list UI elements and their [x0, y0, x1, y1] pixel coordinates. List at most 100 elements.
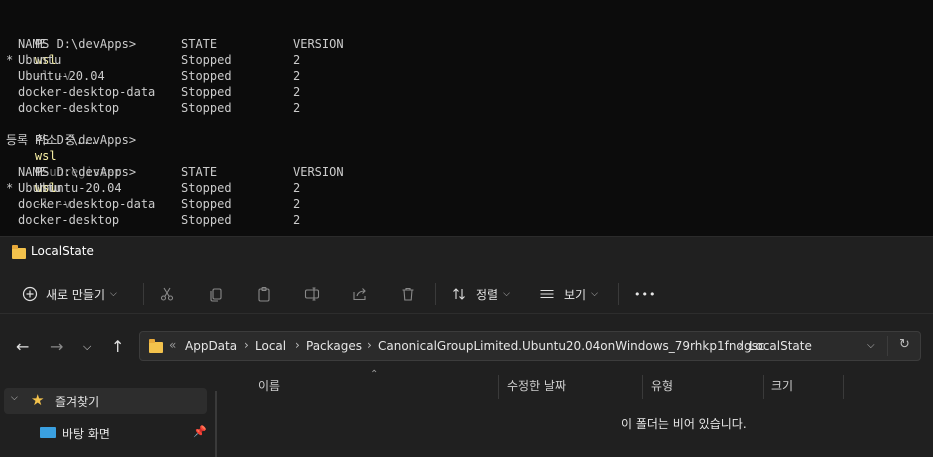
distro-row: docker-desktop-data Stopped 2 — [6, 196, 300, 212]
distro-state: Stopped — [181, 197, 232, 211]
address-divider — [887, 336, 888, 356]
sort-button[interactable]: 정렬 ⌵ — [451, 275, 510, 313]
refresh-icon[interactable]: ↻ — [899, 337, 910, 352]
distro-state: Stopped — [181, 85, 232, 99]
delete-button[interactable] — [400, 275, 416, 313]
header-name: NAME — [18, 165, 47, 179]
distro-state: Stopped — [181, 53, 232, 67]
header-state: STATE — [181, 165, 218, 179]
paste-icon — [258, 286, 270, 302]
trash-icon — [402, 287, 414, 301]
breadcrumb-package-folder[interactable]: CanonicalGroupLimited.Ubuntu20.04onWindo… — [378, 339, 765, 353]
terminal-prompt: PS D:\devApps> — [34, 165, 137, 179]
recent-locations-chevron-icon[interactable]: ⌵ — [83, 340, 91, 354]
distro-row: Ubuntu-20.04 Stopped 2 — [6, 68, 300, 84]
distro-state: Stopped — [181, 181, 232, 195]
chevron-down-icon[interactable]: ⌵ — [11, 393, 18, 403]
address-bar[interactable]: « AppData › Local › Packages › Canonical… — [139, 331, 921, 361]
distro-state: Stopped — [181, 69, 232, 83]
scissors-icon — [160, 287, 174, 301]
header-name: NAME — [18, 37, 47, 51]
pin-icon[interactable]: 📌 — [193, 425, 207, 438]
header-version: VERSION — [293, 165, 344, 179]
address-dropdown-chevron-icon[interactable]: ⌵ — [867, 340, 875, 351]
sidebar-item-label: 즐겨찾기 — [55, 395, 100, 409]
chevron-down-icon: ⌵ — [110, 289, 117, 299]
back-arrow-icon[interactable]: ← — [16, 337, 29, 356]
copy-button[interactable] — [208, 275, 224, 313]
distro-version: 2 — [293, 69, 301, 83]
distro-row: docker-desktop Stopped 2 — [6, 212, 300, 228]
share-button[interactable] — [352, 275, 368, 313]
paste-button[interactable] — [256, 275, 272, 313]
chevron-down-icon: ⌵ — [503, 289, 510, 299]
see-more-button[interactable]: ••• — [634, 275, 656, 313]
distro-name: Ubuntu — [18, 53, 62, 67]
column-divider[interactable] — [498, 375, 499, 399]
distro-row: docker-desktop Stopped 2 — [6, 100, 300, 116]
terminal-line: PS D:\devApps> wsl -l -v — [6, 20, 136, 83]
distro-version: 2 — [293, 213, 301, 227]
breadcrumb-localstate[interactable]: LocalState — [749, 339, 812, 353]
distro-version: 2 — [293, 197, 301, 211]
distro-state: Stopped — [181, 101, 232, 115]
breadcrumb-separator-icon[interactable]: › — [295, 338, 300, 352]
toolbar-divider — [435, 283, 436, 305]
plus-circle-icon — [22, 286, 38, 302]
up-arrow-icon[interactable]: ↑ — [111, 337, 124, 356]
sidebar-item-label: 바탕 화면 — [62, 427, 110, 441]
toolbar-divider — [143, 283, 144, 305]
star-icon: ★ — [31, 391, 45, 409]
sidebar-item-desktop[interactable]: 바탕 화면 📌 — [4, 420, 207, 446]
header-state: STATE — [181, 37, 218, 51]
terminal-prompt: PS D:\devApps> — [34, 37, 137, 51]
sort-icon — [453, 288, 465, 300]
terminal-line: PS D:\devApps> wsl -l -v — [6, 148, 136, 211]
column-header-name[interactable]: 이름 — [258, 375, 280, 401]
column-divider[interactable] — [642, 375, 643, 399]
cut-button[interactable] — [159, 275, 175, 313]
terminal-output: 등록 취소 중... — [6, 133, 98, 147]
sidebar-item-favorites[interactable]: ⌵ ★ 즐겨찾기 — [4, 388, 207, 414]
breadcrumb-appdata[interactable]: AppData — [185, 339, 237, 353]
column-divider[interactable] — [763, 375, 764, 399]
view-button[interactable]: 보기 ⌵ — [539, 275, 598, 313]
rename-button[interactable] — [304, 275, 320, 313]
breadcrumb-separator-icon[interactable]: › — [244, 338, 249, 352]
forward-arrow-icon[interactable]: → — [50, 337, 63, 356]
distro-version: 2 — [293, 53, 301, 67]
file-list: ⌃ 이름 수정한 날짜 유형 크기 이 폴더는 비어 있습니다. — [228, 369, 933, 457]
command-bar: 새로 만들기 ⌵ 정렬 ⌵ 보기 ⌵ ••• — [0, 275, 933, 314]
chevron-down-icon: ⌵ — [591, 289, 598, 299]
terminal-window[interactable]: PS D:\devApps> wsl -l -v NAME STATE VERS… — [0, 0, 933, 259]
distro-row: * Ubuntu Stopped 2 — [6, 180, 300, 196]
column-header-date-modified[interactable]: 수정한 날짜 — [507, 375, 566, 401]
navigation-row: ← → ⌵ ↑ « AppData › Local › Packages › C… — [0, 329, 933, 365]
folder-icon — [149, 339, 163, 353]
navigation-pane: ⌵ ★ 즐겨찾기 바탕 화면 📌 — [0, 377, 220, 457]
copy-icon — [210, 288, 222, 302]
distro-row: * Ubuntu Stopped 2 — [6, 52, 300, 68]
sort-button-label: 정렬 — [476, 287, 499, 302]
breadcrumb-packages[interactable]: Packages — [306, 339, 362, 353]
rename-icon — [304, 287, 320, 301]
column-header-type[interactable]: 유형 — [651, 375, 673, 401]
empty-folder-message: 이 폴더는 비어 있습니다. — [621, 417, 747, 431]
default-mark: * — [6, 53, 14, 67]
distro-version: 2 — [293, 101, 301, 115]
breadcrumb-overflow-icon[interactable]: « — [169, 338, 176, 352]
toolbar-divider — [618, 283, 619, 305]
breadcrumb-separator-icon[interactable]: › — [738, 338, 743, 352]
new-button-label: 새로 만들기 — [46, 287, 106, 302]
folder-icon — [12, 245, 26, 259]
sidebar-scrollbar[interactable] — [215, 391, 217, 457]
breadcrumb-local[interactable]: Local — [255, 339, 286, 353]
distro-state: Stopped — [181, 213, 232, 227]
file-explorer-window[interactable]: LocalState 새로 만들기 ⌵ 정렬 ⌵ 보기 ⌵ ••• ← → ⌵ … — [0, 236, 933, 457]
column-divider[interactable] — [843, 375, 844, 399]
sort-ascending-icon: ⌃ — [370, 369, 379, 380]
breadcrumb-separator-icon[interactable]: › — [367, 338, 372, 352]
new-button[interactable]: 새로 만들기 ⌵ — [22, 275, 117, 313]
column-header-size[interactable]: 크기 — [771, 375, 793, 401]
title-bar[interactable]: LocalState — [0, 237, 933, 267]
